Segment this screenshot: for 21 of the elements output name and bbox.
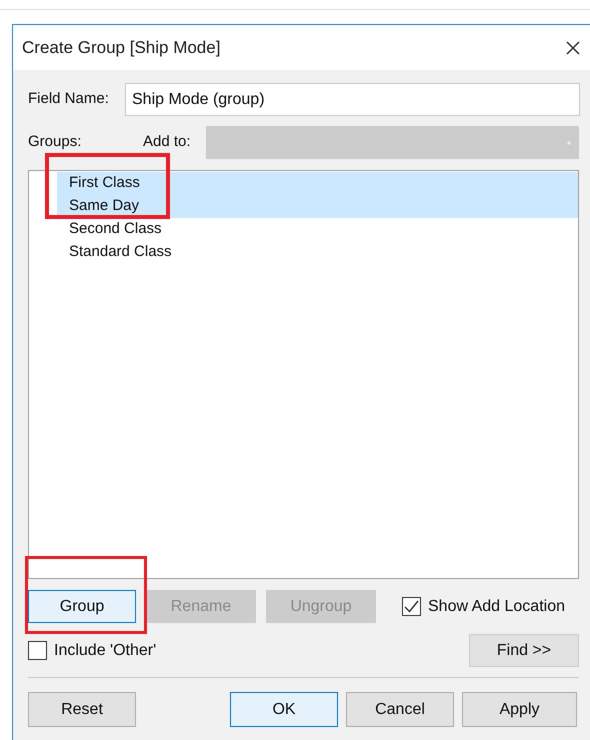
checkbox-label: Show Add Location [428, 596, 565, 616]
dialog-button[interactable]: Cancel [346, 692, 454, 727]
input-field[interactable]: Ship Mode (group) [125, 83, 580, 116]
checkbox-label: Include 'Other' [54, 640, 156, 660]
list-item[interactable]: Second Class [57, 218, 578, 241]
find-button[interactable]: Find >> [469, 634, 579, 667]
checkbox[interactable] [28, 641, 47, 660]
list-item[interactable]: First Class [57, 172, 578, 195]
check-icon [404, 600, 419, 613]
list-item[interactable]: Standard Class [57, 241, 578, 264]
dialog-button[interactable]: OK [230, 692, 338, 727]
field-label: Groups: [28, 132, 82, 152]
field-label: Add to: [143, 132, 192, 152]
dialog-button[interactable]: Reset [28, 692, 136, 727]
window-title: Create Group [Ship Mode] [22, 36, 220, 59]
list-item[interactable]: Same Day [57, 195, 578, 218]
close-icon[interactable] [566, 40, 580, 54]
checkbox[interactable] [402, 597, 421, 616]
field-label: Field Name: [28, 89, 110, 110]
dialog-button[interactable]: Group [28, 590, 136, 623]
dialog-button[interactable]: Apply [462, 692, 577, 727]
